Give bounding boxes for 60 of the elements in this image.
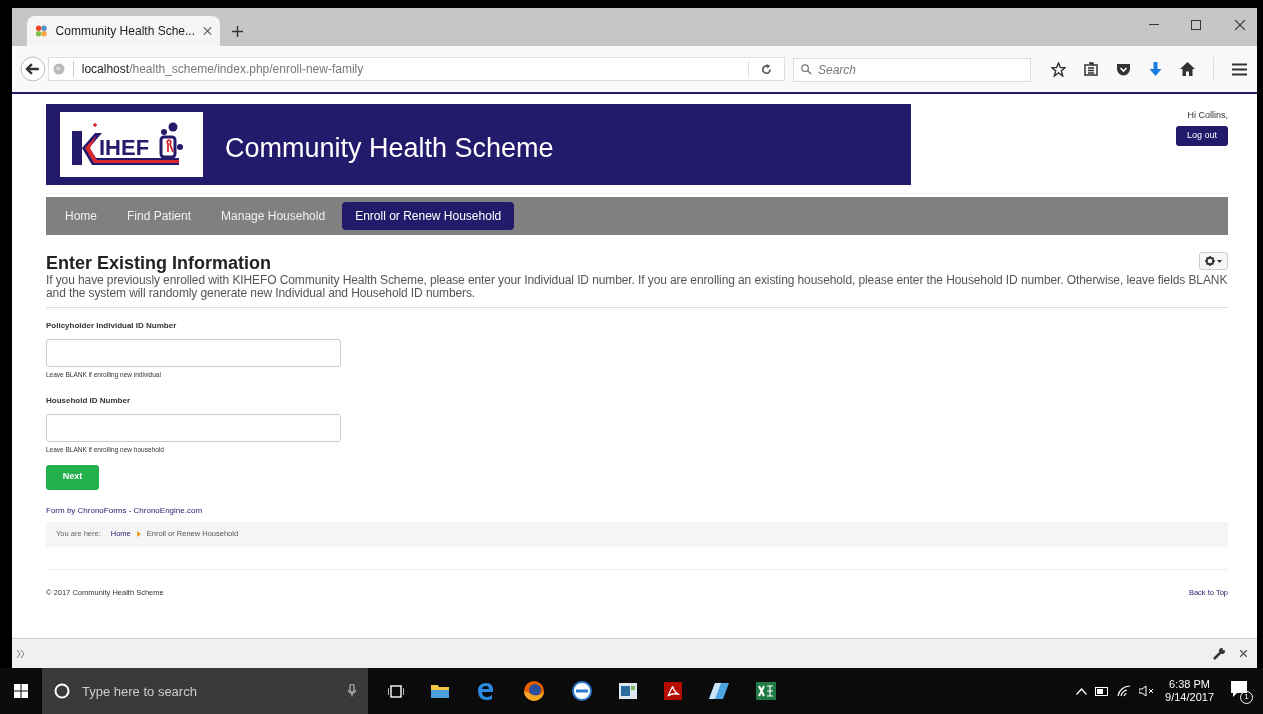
reading-list-icon[interactable]	[1084, 62, 1098, 76]
pocket-icon[interactable]	[1116, 62, 1131, 76]
greeting-text: Hi Collins,	[1187, 109, 1228, 122]
browser-e-icon[interactable]	[476, 681, 496, 701]
firefox-icon[interactable]	[523, 680, 545, 702]
input-field[interactable]	[46, 413, 341, 442]
url-text: localhost/health_scheme/index.php/enroll-new-family	[81, 61, 365, 78]
taskbar-search-field[interactable]: Type here to search	[42, 668, 368, 714]
window-app-icon[interactable]	[619, 683, 637, 699]
back-icon[interactable]	[20, 56, 46, 82]
chevron-icon[interactable]	[17, 649, 25, 658]
search-icon	[801, 64, 812, 75]
nav-item[interactable]: Find Patient	[114, 202, 205, 230]
pdf-icon[interactable]	[664, 682, 682, 700]
wifi-icon[interactable]	[1117, 685, 1132, 697]
menu-icon[interactable]	[1232, 62, 1247, 76]
chevron-icon	[136, 531, 141, 537]
close-icon[interactable]	[203, 26, 212, 36]
nav-item[interactable]: Enroll or Renew Household	[342, 202, 515, 230]
form-heading: Enter Existing Information	[46, 252, 272, 274]
credit-link[interactable]: Form by ChronoForms - ChronoEngine.com	[46, 505, 203, 515]
star-icon[interactable]	[1051, 61, 1066, 77]
settings-button[interactable]	[1199, 252, 1228, 270]
maximize-icon[interactable]	[1191, 20, 1201, 30]
minimize-icon[interactable]	[1149, 24, 1159, 26]
input-field[interactable]	[46, 339, 341, 367]
site-title: Community Health Scheme	[225, 132, 554, 166]
nav-item[interactable]: Manage Household	[208, 202, 339, 230]
clock-time[interactable]: 6:38 PM	[1169, 678, 1210, 691]
search-field[interactable]: Search	[793, 58, 1031, 82]
battery-icon[interactable]	[1095, 686, 1110, 696]
task-view-icon[interactable]	[388, 684, 404, 698]
clock-date[interactable]: 9/14/2017	[1165, 691, 1214, 704]
spreadsheet-icon[interactable]	[756, 682, 776, 700]
windows-icon[interactable]	[14, 684, 28, 698]
close-icon[interactable]	[1240, 650, 1247, 657]
globe-icon	[52, 63, 65, 75]
logo-icon	[35, 24, 48, 38]
logout-button[interactable]: Log out	[1176, 125, 1228, 146]
muted-speaker-icon[interactable]	[1139, 685, 1156, 697]
field-label: Household ID Number	[46, 394, 131, 407]
caret-icon	[1217, 259, 1222, 263]
wrench-icon[interactable]	[1213, 647, 1226, 660]
slanted-app-icon[interactable]	[709, 683, 729, 699]
new-tab-icon[interactable]	[232, 26, 243, 37]
field-label: Policyholder Individual ID Number	[46, 320, 178, 332]
gear-icon	[1205, 256, 1215, 266]
download-icon[interactable]	[1149, 61, 1162, 77]
close-icon[interactable]	[1235, 20, 1245, 30]
reload-icon[interactable]	[761, 63, 772, 75]
folder-icon[interactable]	[431, 684, 449, 698]
url-field[interactable]: localhost/health_scheme/index.php/enroll-new-family	[47, 57, 785, 81]
circle-icon	[54, 683, 70, 699]
chevron-up-icon[interactable]	[1076, 687, 1088, 695]
microphone-icon[interactable]	[348, 684, 356, 697]
round-logo-icon[interactable]	[572, 681, 592, 701]
home-icon[interactable]	[1180, 62, 1195, 76]
intro-paragraph: If you have previously enrolled with KIHEFO Community Health Scheme, please enter your Individual ID number. If you are enrolling an existing household, please enter the Household ID number. Otherwise, leave fields BLANK and the system will randomly generate new Individual and Household ID numbers.	[46, 274, 1228, 300]
browser-tab[interactable]: Community Health Sche...	[27, 16, 220, 46]
site-logo[interactable]: IHEF	[60, 112, 203, 177]
